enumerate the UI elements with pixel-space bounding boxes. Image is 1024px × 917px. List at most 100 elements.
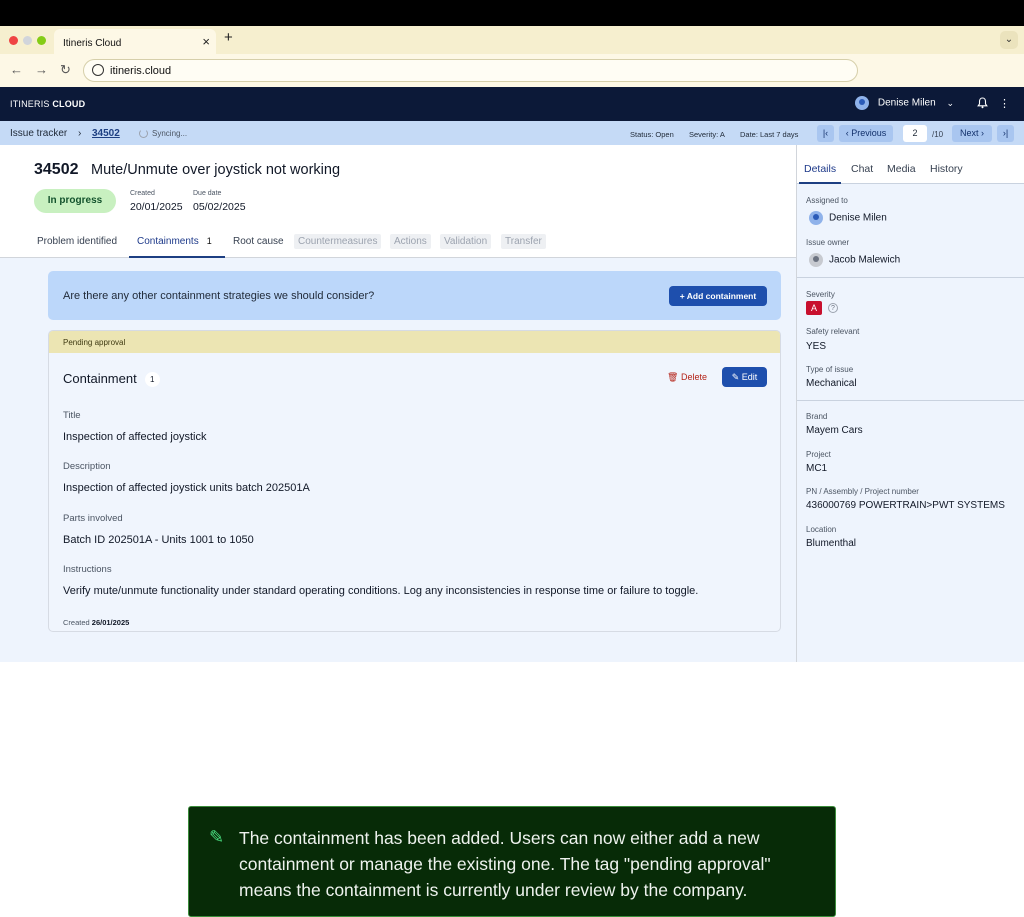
assigned-value[interactable]: Denise Milen (809, 211, 887, 225)
containment-heading: Containment 1 (63, 371, 160, 388)
issue-subbar: Issue tracker › 34502 Syncing... Status:… (0, 121, 1024, 145)
owner-name: Jacob Malewich (829, 254, 901, 266)
delete-button[interactable]: 🗑 Delete (667, 372, 707, 383)
issue-tabs: Problem identified Containments 1 Root ca… (0, 229, 796, 258)
created-value: 20/01/2025 (130, 201, 183, 213)
containment-prompt: Are there any other containment strategi… (48, 271, 781, 320)
breadcrumb-issue-tracker[interactable]: Issue tracker (10, 128, 67, 139)
assignee-avatar (809, 211, 823, 225)
containment-created-label: Created (63, 618, 90, 627)
window-close-dot[interactable] (9, 36, 18, 45)
status-badge[interactable]: In progress (34, 189, 116, 213)
parts-label: Parts involved (63, 513, 123, 524)
user-menu[interactable]: Denise Milen ⌄ (855, 96, 954, 110)
location-label: Location (806, 525, 837, 534)
edit-icon: ✎ (731, 372, 740, 382)
help-icon[interactable]: ? (828, 303, 838, 313)
trash-icon: 🗑 (667, 372, 679, 382)
back-arrow-icon[interactable]: ← (10, 62, 23, 77)
browser-tab[interactable]: Itineris Cloud × (54, 29, 216, 54)
address-url: itineris.cloud (110, 65, 172, 77)
breadcrumb-separator: › (78, 128, 82, 139)
due-date: Due date 05/02/2025 (193, 190, 246, 213)
pending-approval-tag: Pending approval (49, 331, 780, 353)
user-name: Denise Milen (877, 97, 936, 109)
due-value: 05/02/2025 (193, 201, 246, 213)
owner-value[interactable]: Jacob Malewich (809, 253, 900, 267)
title-label: Title (63, 410, 81, 421)
site-info-icon[interactable] (92, 64, 104, 76)
edit-label: Edit (741, 372, 758, 382)
issue-main-panel: 34502 Mute/Unmute over joystick not work… (0, 145, 796, 662)
issue-title: Mute/Unmute over joystick not working (91, 162, 341, 178)
tab-countermeasures[interactable]: Countermeasures (294, 234, 382, 249)
owner-label: Issue owner (806, 238, 850, 247)
parts-value: Batch ID 202501A - Units 1001 to 1050 (63, 534, 254, 546)
containment-card: Pending approval Containment 1 🗑 Delete ✎… (48, 330, 781, 632)
app-logo[interactable]: ITINERIS CLOUD (10, 99, 85, 109)
tab-containments-count: 1 (206, 236, 212, 246)
reload-icon[interactable]: ↻ (60, 62, 71, 78)
containment-created: Created 26/01/2025 (63, 618, 129, 627)
pn-label: PN / Assembly / Project number (806, 487, 919, 496)
address-bar[interactable]: itineris.cloud (83, 59, 858, 82)
sidebar-divider (797, 400, 1024, 401)
tab-containments[interactable]: Containments 1 (137, 236, 212, 247)
edit-button[interactable]: ✎ Edit (722, 367, 767, 387)
last-page-icon[interactable]: ›| (997, 125, 1014, 142)
instructions-value: Verify mute/unmute functionality under s… (63, 585, 699, 597)
tab-validation[interactable]: Validation (440, 234, 492, 249)
filter-date[interactable]: Date: Last 7 days (740, 130, 798, 139)
os-top-bar (0, 0, 1024, 26)
breadcrumb-issue-id[interactable]: 34502 (92, 128, 120, 139)
page-total: /10 (932, 130, 944, 139)
assigned-name: Denise Milen (829, 212, 887, 224)
page-number-input[interactable]: 2 (903, 125, 927, 142)
previous-button[interactable]: ‹ Previous (839, 125, 893, 142)
more-vertical-icon[interactable]: ⋮ (999, 97, 1010, 110)
forward-arrow-icon[interactable]: → (35, 62, 48, 77)
description-value: Inspection of affected joystick units ba… (63, 482, 310, 494)
assigned-label: Assigned to (806, 196, 848, 205)
first-page-icon[interactable]: |‹ (817, 125, 834, 142)
bell-icon[interactable] (977, 97, 988, 112)
filter-severity[interactable]: Severity: A (689, 130, 725, 139)
add-containment-button[interactable]: + Add containment (669, 286, 767, 306)
tab-details[interactable]: Details (804, 163, 836, 175)
pn-value: 436000769 POWERTRAIN>PWT SYSTEMS (806, 500, 1005, 511)
browser-tab-title: Itineris Cloud (63, 38, 122, 49)
tab-actions[interactable]: Actions (390, 234, 431, 249)
brand-value: Mayem Cars (806, 425, 863, 436)
sync-text: Syncing... (152, 129, 188, 138)
tab-list-chevron-icon[interactable]: ⌄ (1000, 31, 1018, 49)
tab-chat[interactable]: Chat (851, 163, 873, 175)
safety-label: Safety relevant (806, 327, 860, 336)
next-button[interactable]: Next › (952, 125, 992, 142)
severity-badge: A (806, 301, 822, 315)
delete-label: Delete (680, 372, 707, 382)
brand-label: Brand (806, 412, 828, 421)
created-date: Created 20/01/2025 (130, 190, 183, 213)
window-minimize-dot[interactable] (23, 36, 32, 45)
brand-suffix: CLOUD (52, 99, 86, 109)
tab-root-cause[interactable]: Root cause (233, 236, 284, 247)
filter-status[interactable]: Status: Open (630, 130, 674, 139)
location-value: Blumenthal (806, 538, 857, 549)
tab-problem-identified[interactable]: Problem identified (37, 236, 117, 247)
app-header: ITINERIS CLOUD Denise Milen ⌄ ⋮ (0, 87, 1024, 121)
tab-containments-label: Containments (137, 236, 199, 247)
new-tab-icon[interactable]: + (224, 29, 233, 46)
brand-prefix: ITINERIS (10, 99, 50, 109)
toast-message: The containment has been added. Users ca… (239, 828, 771, 900)
project-value: MC1 (806, 463, 828, 474)
tab-close-icon[interactable]: × (202, 34, 210, 49)
tab-media[interactable]: Media (887, 163, 916, 175)
tab-transfer[interactable]: Transfer (501, 234, 546, 249)
containment-heading-text: Containment (63, 371, 137, 386)
project-label: Project (806, 450, 831, 459)
window-maximize-dot[interactable] (37, 36, 46, 45)
sidebar-active-tab-indicator (799, 182, 841, 184)
tab-history[interactable]: History (930, 163, 963, 175)
prompt-question: Are there any other containment strategi… (63, 290, 375, 302)
instructions-label: Instructions (63, 564, 112, 575)
